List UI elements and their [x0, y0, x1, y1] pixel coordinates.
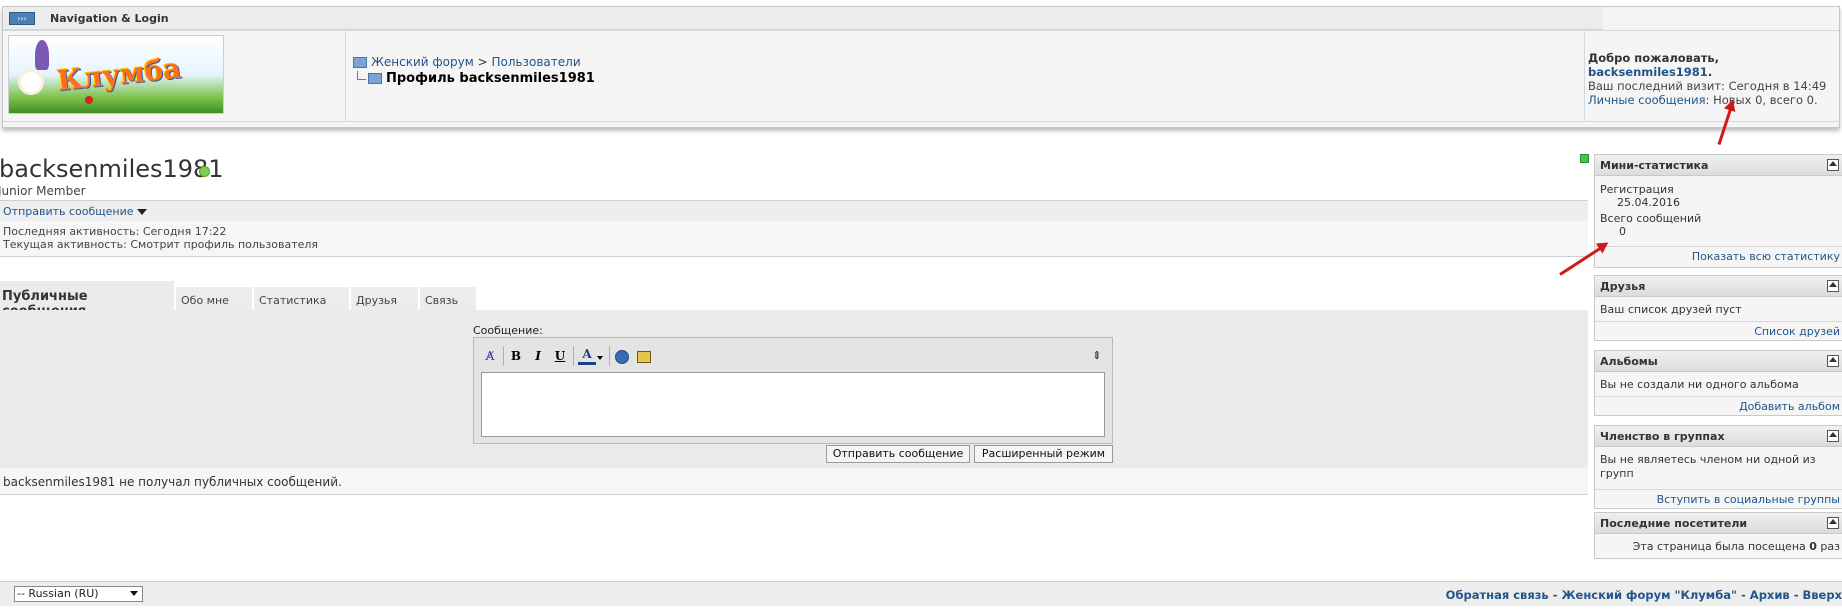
last-activity: Последняя активность: Сегодня 17:22 [3, 225, 227, 238]
registration-date: 25.04.2016 [1617, 196, 1680, 209]
add-album-link[interactable]: Добавить альбом [1739, 400, 1840, 413]
tab-statistics[interactable]: Статистика [254, 287, 349, 310]
collapse-nav-icon[interactable]: ››› [9, 12, 35, 25]
page-title: Профиль backsenmiles1981 [386, 71, 595, 86]
navigation-header-title: Navigation & Login [50, 12, 169, 25]
friends-block: Друзья Ваш список друзей пуст Список дру… [1594, 275, 1842, 341]
send-message-button[interactable]: Отправить сообщение [826, 445, 970, 463]
recent-visitors-title: Последние посетители [1600, 517, 1748, 530]
message-textarea[interactable] [481, 372, 1105, 437]
collapse-icon[interactable] [1827, 355, 1839, 367]
archive-link[interactable]: Архив [1750, 588, 1790, 602]
site-logo[interactable]: Клумба [8, 35, 224, 114]
advanced-mode-button[interactable]: Расширенный режим [974, 445, 1113, 463]
collapse-icon[interactable] [1827, 430, 1839, 442]
online-status-icon [199, 166, 210, 177]
groups-empty-text: Вы не являетесь членом ни одной из групп [1600, 453, 1816, 480]
visitors-count: 0 [1809, 540, 1817, 553]
footer-links: Обратная связь - Женский форум "Клумба" … [1445, 588, 1842, 602]
logo-flower-icon [21, 72, 41, 92]
tab-friends[interactable]: Друзья [351, 287, 418, 310]
activity-panel: Последняя активность: Сегодня 17:22 Теку… [0, 221, 1588, 257]
navigation-header: ››› Navigation & Login [3, 7, 1603, 30]
toolbar-divider [573, 346, 574, 366]
insert-image-icon[interactable] [635, 347, 653, 365]
collapse-icon[interactable] [1827, 280, 1839, 292]
private-messages-link[interactable]: Личные сообщения: [1588, 93, 1709, 107]
chevron-down-icon[interactable] [136, 209, 147, 215]
join-groups-link[interactable]: Вступить в социальные группы [1657, 493, 1840, 506]
bold-button[interactable]: B [507, 347, 525, 365]
navigation-row: Клумба Женский форум > Пользователи Проф… [3, 30, 1839, 122]
albums-empty-text: Вы не создали ни одного альбома [1600, 378, 1799, 391]
breadcrumb-separator: > [477, 55, 488, 69]
total-posts-label: Всего сообщений [1600, 212, 1702, 225]
logo-ladybug-icon [85, 96, 93, 104]
albums-block: Альбомы Вы не создали ни одного альбома … [1594, 350, 1842, 416]
back-to-top-link[interactable]: Вверх [1803, 588, 1842, 602]
toolbar-divider [503, 346, 504, 366]
divider [1584, 31, 1585, 121]
profile-action-bar: Отправить сообщение [0, 200, 1588, 222]
italic-button[interactable]: I [529, 347, 547, 365]
collapse-icon[interactable] [1827, 159, 1839, 171]
user-title: Junior Member [0, 184, 86, 198]
underline-button[interactable]: U [551, 347, 569, 365]
tab-about-me[interactable]: Обо мне [176, 287, 252, 310]
profile-username: backsenmiles1981 [0, 155, 224, 183]
insert-link-icon[interactable] [613, 347, 631, 365]
current-activity: Текущая активность: Смотрит профиль поль… [3, 238, 319, 251]
friends-list-link[interactable]: Список друзей [1754, 325, 1840, 338]
friends-title: Друзья [1600, 280, 1646, 293]
tree-branch-icon [357, 71, 366, 80]
mini-stats-title: Мини-статистика [1600, 159, 1709, 172]
friends-empty-text: Ваш список друзей пуст [1600, 303, 1742, 316]
remove-format-icon[interactable]: A̸ [481, 347, 499, 365]
forum-home-link[interactable]: Женский форум "Клумба" [1561, 588, 1737, 602]
registration-label: Регистрация [1600, 183, 1674, 196]
folder-icon [353, 57, 367, 68]
welcome-username-link[interactable]: backsenmiles1981 [1588, 65, 1708, 79]
albums-title: Альбомы [1600, 355, 1658, 368]
visitors-text: Эта страница была посещена 0 раз [1632, 540, 1840, 553]
send-message-link[interactable]: Отправить сообщение [3, 205, 134, 218]
no-public-messages-notice: backsenmiles1981 не получал публичных со… [0, 468, 1588, 495]
welcome-panel: Добро пожаловать, backsenmiles1981. Ваш … [1588, 51, 1827, 107]
groups-block: Членство в группах Вы не являетесь члено… [1594, 425, 1842, 509]
groups-title: Членство в группах [1600, 430, 1725, 443]
font-color-button[interactable]: A [578, 347, 596, 365]
breadcrumb: Женский форум > Пользователи Профиль bac… [353, 55, 595, 86]
folder-icon [368, 73, 382, 84]
navigation-login-box: ››› Navigation & Login Клумба Женский фо… [2, 6, 1840, 128]
message-label: Сообщение: [473, 324, 543, 337]
last-visit-label: Ваш последний визит: [1588, 79, 1725, 93]
language-select[interactable]: -- Russian (RU) [14, 586, 143, 602]
recent-visitors-block: Последние посетители Эта страница была п… [1594, 512, 1842, 559]
tab-public-messages[interactable]: Публичные сообщения [0, 281, 174, 319]
toolbar-divider [609, 346, 610, 366]
status-indicator-icon [1580, 154, 1589, 163]
divider [345, 31, 346, 121]
feedback-link[interactable]: Обратная связь [1446, 588, 1549, 602]
last-visit-value: Сегодня в 14:49 [1728, 79, 1827, 93]
message-editor: A̸ B I U A ⇕ [473, 337, 1113, 444]
mini-stats-block: Мини-статистика Регистрация 25.04.2016 В… [1594, 154, 1842, 268]
show-all-stats-link[interactable]: Показать всю статистику [1692, 250, 1840, 263]
welcome-greeting: Добро пожаловать, [1588, 51, 1720, 65]
chevron-down-icon [130, 591, 138, 596]
footer: -- Russian (RU) Обратная связь - Женский… [0, 581, 1842, 606]
total-posts-value: 0 [1619, 225, 1626, 238]
send-message-menu[interactable]: Отправить сообщение [3, 205, 147, 218]
breadcrumb-forum-link[interactable]: Женский форум [371, 55, 474, 69]
logo-text: Клумба [55, 51, 183, 98]
collapse-icon[interactable] [1827, 517, 1839, 529]
tab-contact[interactable]: Связь [420, 287, 476, 310]
logo-iris-icon [35, 40, 49, 70]
resize-editor-icon[interactable]: ⇕ [1088, 347, 1106, 365]
font-color-dropdown-icon[interactable] [595, 347, 605, 365]
breadcrumb-users-link[interactable]: Пользователи [492, 55, 581, 69]
